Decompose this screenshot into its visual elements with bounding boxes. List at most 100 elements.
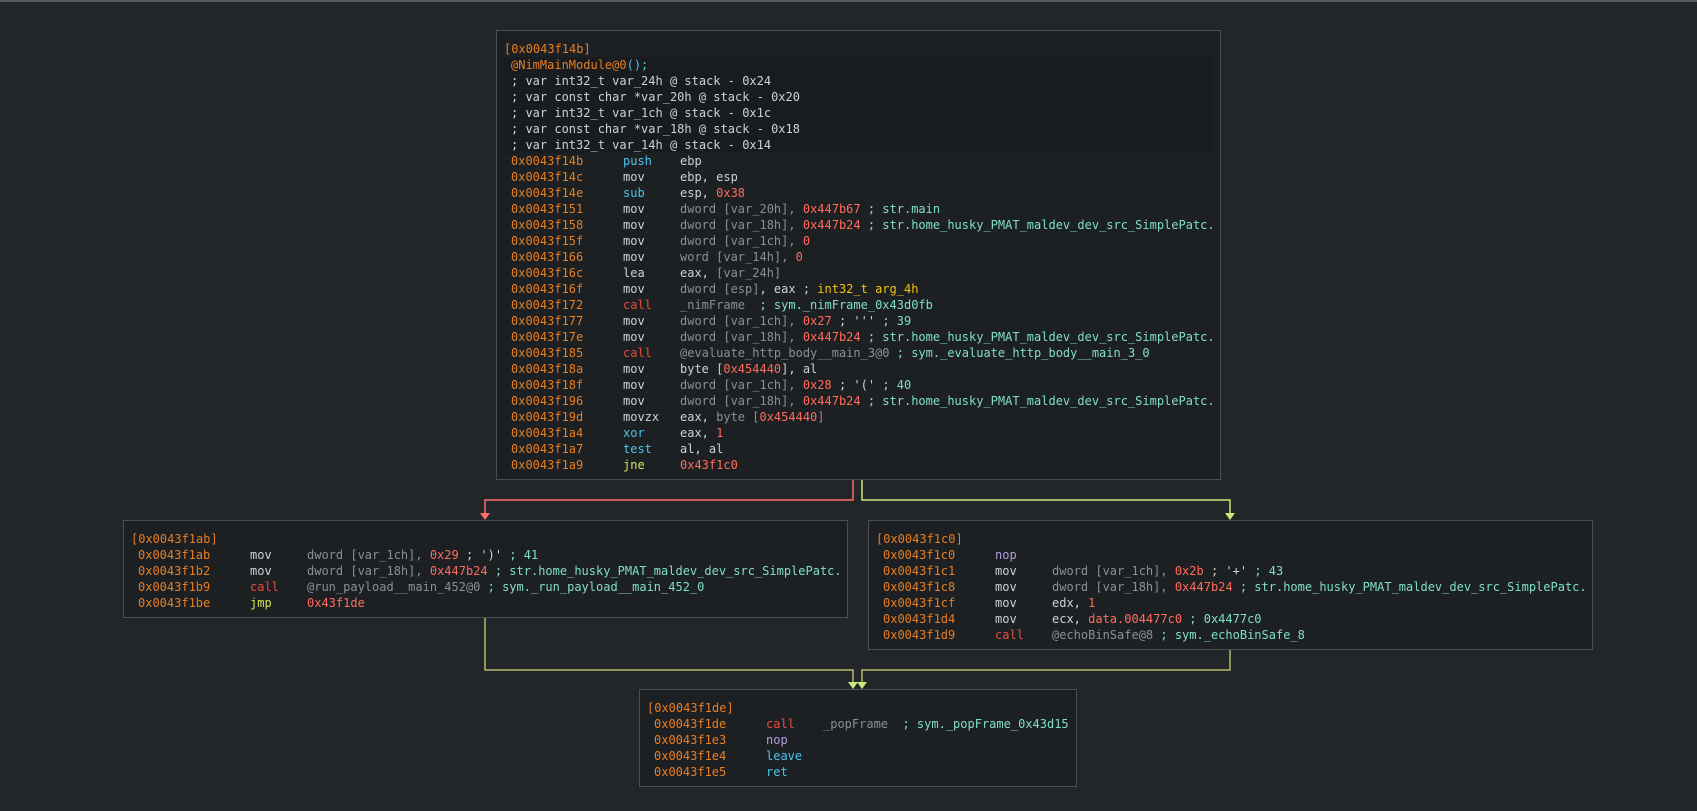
instruction-address: 0x0043f151 [511,202,584,216]
operand-part: 0x447b24 [802,330,861,344]
instruction-address: 0x0043f1de [654,717,727,731]
instruction-address: 0x0043f1b9 [138,580,211,594]
instruction-mnemonic: call [250,580,279,594]
instruction-address: 0x0043f1a4 [511,426,584,440]
instruction-row[interactable]: 0x0043f1d4 mov ecx, data.004477c0 ; 0x4477… [876,611,1585,627]
instruction-row[interactable]: 0x0043f1de call _popFrame ; sym._popFrame_… [647,716,1069,732]
instruction-row[interactable]: 0x0043f1e5 ret [647,764,1069,780]
operand-part: @echoBinSafe@8 [1052,628,1161,642]
instruction-mnemonic: mov [623,234,645,248]
instruction-mnemonic: jne [623,458,645,472]
instruction-list: 0x0043f1c0 nop 0x0043f1c1 mov dword [var_1ch… [876,547,1585,643]
instruction-row[interactable]: 0x0043f16c lea eax, [var_24h] [504,265,1213,281]
instruction-row[interactable]: 0x0043f1cf mov edx, 1 [876,595,1585,611]
instruction-row[interactable]: 0x0043f1c0 nop [876,547,1585,563]
graph-node-0x0043f1ab[interactable]: [0x0043f1ab] 0x0043f1ab mov dword [var_1ch… [123,520,848,618]
operand-part: dword [var_1ch], [680,378,803,392]
operand-part: dword [var_1ch], [307,548,430,562]
function-signature: @NimMainModule@0(); [504,57,1213,73]
instruction-mnemonic: mov [623,394,645,408]
operand-part: ; sym._echoBinSafe_8 [1160,628,1305,642]
operand-part: dword [var_18h], [680,218,803,232]
instruction-mnemonic: nop [766,733,788,747]
instruction-mnemonic: call [995,628,1024,642]
instruction-address: 0x0043f1a9 [511,458,584,472]
instruction-row[interactable]: 0x0043f17e mov dword [var_18h], 0x447b24 ;… [504,329,1213,345]
instruction-row[interactable]: 0x0043f1a9 jne 0x43f1c0 [504,457,1213,473]
operand-part: ebp [680,154,702,168]
instruction-row[interactable]: 0x0043f1a4 xor eax, 1 [504,425,1213,441]
operand-part: 0 [795,250,803,264]
operand-part: ] [817,410,825,424]
function-header: @NimMainModule@0(); ; var int32_t var_24… [504,57,1213,153]
instruction-row[interactable]: 0x0043f14c mov ebp, esp [504,169,1213,185]
instruction-address: 0x0043f1ab [138,548,211,562]
operand-part: eax, [680,410,717,424]
operand-part: [var_24h] [716,266,782,280]
operand-part: dword [var_1ch], [1052,564,1175,578]
operand-part: , eax ; [759,282,818,296]
instruction-row[interactable]: 0x0043f166 mov word [var_14h], 0 [504,249,1213,265]
instruction-row[interactable]: 0x0043f1be jmp 0x43f1de [131,595,840,611]
graph-node-0x0043f14b[interactable]: [0x0043f14b] @NimMainModule@0(); ; var i… [496,30,1221,480]
instruction-list: 0x0043f14b push ebp 0x0043f14c mov ebp, esp 0x… [504,153,1213,473]
instruction-row[interactable]: 0x0043f14e sub esp, 0x38 [504,185,1213,201]
instruction-row[interactable]: 0x0043f1e3 nop [647,732,1069,748]
operand-part: 0x29 [429,548,459,562]
instruction-row[interactable]: 0x0043f185 call @evaluate_http_body__main_… [504,345,1213,361]
instruction-row[interactable]: 0x0043f15f mov dword [var_1ch], 0 [504,233,1213,249]
instruction-address: 0x0043f14c [511,170,584,184]
operand-part: 0x43f1c0 [680,458,738,472]
operand-part: dword [var_18h], [680,330,803,344]
instruction-row[interactable]: 0x0043f14b push ebp [504,153,1213,169]
instruction-mnemonic: push [623,154,652,168]
instruction-mnemonic: nop [995,548,1017,562]
instruction-mnemonic: mov [995,564,1017,578]
instruction-mnemonic: mov [995,612,1017,626]
instruction-row[interactable]: 0x0043f1b9 call @run_payload__main_452@0 ;… [131,579,840,595]
graph-node-0x0043f1c0[interactable]: [0x0043f1c0] 0x0043f1c0 nop 0x0043f1c1 mov d… [868,520,1593,650]
instruction-row[interactable]: 0x0043f158 mov dword [var_18h], 0x447b24 ;… [504,217,1213,233]
instruction-address: 0x0043f1b2 [138,564,211,578]
instruction-mnemonic: movzx [623,410,660,424]
operand-part: eax, [680,426,717,440]
var-declaration: ; var int32_t var_1ch @ stack - 0x1c [511,106,772,120]
operand-part: ; 40 [875,378,912,392]
instruction-row[interactable]: 0x0043f196 mov dword [var_18h], 0x447b24 ;… [504,393,1213,409]
instruction-row[interactable]: 0x0043f1ab mov dword [var_1ch], 0x29 ; ')'… [131,547,840,563]
operand-part: word [var_14h], [680,250,796,264]
instruction-row[interactable]: 0x0043f18f mov dword [var_1ch], 0x28 ; '('… [504,377,1213,393]
instruction-row[interactable]: 0x0043f19d movzx eax, byte [0x454440] [504,409,1213,425]
operand-part: ], al [781,362,818,376]
instruction-row[interactable]: 0x0043f151 mov dword [var_20h], 0x447b67 ;… [504,201,1213,217]
instruction-row[interactable]: 0x0043f16f mov dword [esp], eax ; int32_t … [504,281,1213,297]
instruction-row[interactable]: 0x0043f1c1 mov dword [var_1ch], 0x2b ; '+'… [876,563,1585,579]
instruction-address: 0x0043f16c [511,266,584,280]
operand-part: byte [ [680,362,724,376]
instruction-row[interactable]: 0x0043f1d9 call @echoBinSafe@8 ; sym._echo… [876,627,1585,643]
operand-part: dword [var_18h], [680,394,803,408]
operand-part: al, al [680,442,724,456]
operand-part: ; str.home_husky_PMAT_maldev_dev_src_Sim… [860,394,1213,408]
instruction-row[interactable]: 0x0043f177 mov dword [var_1ch], 0x27 ; '''… [504,313,1213,329]
instruction-address: 0x0043f1e5 [654,765,727,779]
operand-part: _nimFrame [680,298,760,312]
operand-part: 0x38 [716,186,746,200]
instruction-mnemonic: sub [623,186,645,200]
operand-part: edx, [1052,596,1089,610]
instruction-row[interactable]: 0x0043f1a7 test al, al [504,441,1213,457]
operand-part: ; sym._popFrame_0x43d156 [902,717,1069,731]
operand-part: ; '+' [1203,564,1248,578]
graph-node-0x0043f1de[interactable]: [0x0043f1de] 0x0043f1de call _popFrame ; s… [639,689,1077,787]
instruction-row[interactable]: 0x0043f1b2 mov dword [var_18h], 0x447b24 ;… [131,563,840,579]
instruction-address: 0x0043f14e [511,186,584,200]
instruction-row[interactable]: 0x0043f1e4 leave [647,748,1069,764]
instruction-row[interactable]: 0x0043f18a mov byte [0x454440], al [504,361,1213,377]
instruction-row[interactable]: 0x0043f1c8 mov dword [var_18h], 0x447b24 ;… [876,579,1585,595]
instruction-address: 0x0043f1a7 [511,442,584,456]
node-title: [0x0043f1ab] [131,532,218,546]
operand-part: 0x27 [802,314,832,328]
instruction-row[interactable]: 0x0043f172 call _nimFrame ; sym._nimFrame_… [504,297,1213,313]
operand-part: dword [var_1ch], [680,314,803,328]
instruction-address: 0x0043f1e4 [654,749,727,763]
